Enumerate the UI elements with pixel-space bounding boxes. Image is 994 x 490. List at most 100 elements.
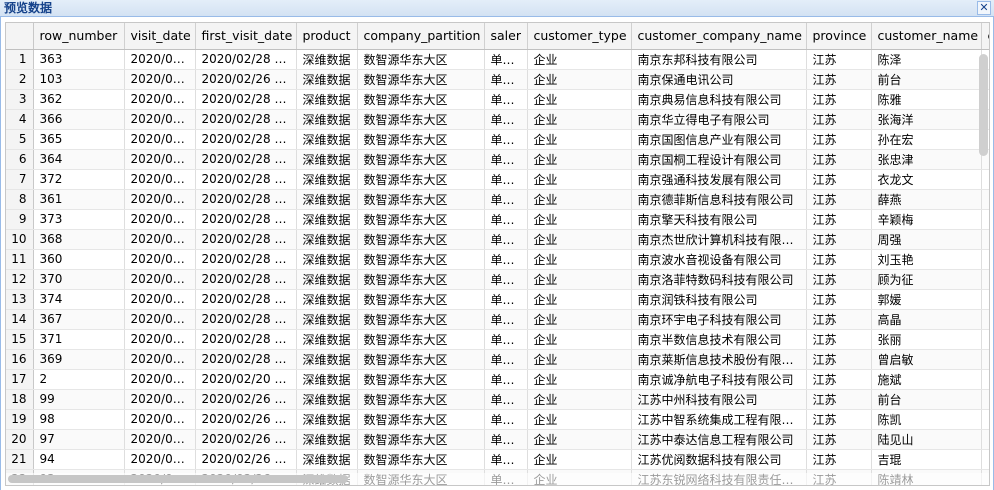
cell-visit-date[interactable]: 2020/02/… (124, 89, 196, 110)
cell-customer-company-name[interactable]: 南京半数信息技术有限公司 (631, 329, 807, 350)
cell-first-visit-date[interactable]: 2020/02/28 00… (195, 289, 297, 310)
cell-product[interactable]: 深维数据 (296, 209, 358, 230)
cell-saler[interactable]: 单… (484, 209, 528, 230)
cell-company-partition[interactable]: 数智源华东大区 (357, 269, 485, 290)
cell-company-partition[interactable]: 数智源华东大区 (357, 249, 485, 270)
cell-saler[interactable]: 单… (484, 309, 528, 330)
cell-customer-type[interactable]: 企业 (527, 69, 632, 90)
cell-visit-date[interactable]: 2020/02/… (124, 309, 196, 330)
cell-first-visit-date[interactable]: 2020/02/28 00… (195, 109, 297, 130)
table-row[interactable]: 18 99 2020/02/… 2020/02/26 00… 深维数据 数智源华东大区 单…… (6, 389, 989, 410)
cell-company-partition[interactable]: 数智源华东大区 (357, 409, 485, 430)
cell-visit-date[interactable]: 2020/02/… (124, 389, 196, 410)
cell-saler[interactable]: 单… (484, 189, 528, 210)
cell-first-visit-date[interactable]: 2020/02/26 00… (195, 389, 297, 410)
cell-product[interactable]: 深维数据 (296, 109, 358, 130)
cell-customer-name[interactable]: 张丽 (871, 329, 982, 350)
close-button[interactable]: ✕ (977, 1, 991, 15)
cell-customer-company-name[interactable]: 江苏中泰达信息工程有限公司 (631, 429, 807, 450)
cell-product[interactable]: 深维数据 (296, 249, 358, 270)
cell-province[interactable]: 江苏 (806, 289, 872, 310)
cell-customer-type[interactable]: 企业 (527, 369, 632, 390)
cell-first-visit-date[interactable]: 2020/02/28 00… (195, 269, 297, 290)
cell-saler[interactable]: 单… (484, 109, 528, 130)
cell-company-partition[interactable]: 数智源华东大区 (357, 449, 485, 470)
cell-company-partition[interactable]: 数智源华东大区 (357, 189, 485, 210)
cell-customer-name[interactable]: 吉琨 (871, 449, 982, 470)
cell-customer-type[interactable]: 企业 (527, 149, 632, 170)
cell-customer-name[interactable]: 张海洋 (871, 109, 982, 130)
cell-row-number[interactable]: 2 (33, 369, 125, 390)
cell-row-number[interactable]: 364 (33, 149, 125, 170)
cell-visit-date[interactable]: 2020/02/… (124, 149, 196, 170)
cell-row-number[interactable]: 367 (33, 309, 125, 330)
cell-province[interactable]: 江苏 (806, 49, 872, 70)
cell-province[interactable]: 江苏 (806, 169, 872, 190)
horizontal-scroll-thumb[interactable] (8, 475, 348, 483)
cell-customer-type[interactable]: 企业 (527, 289, 632, 310)
cell-customer-type[interactable]: 企业 (527, 309, 632, 330)
cell-company-partition[interactable]: 数智源华东大区 (357, 89, 485, 110)
cell-row-number[interactable]: 371 (33, 329, 125, 350)
cell-saler[interactable]: 单… (484, 149, 528, 170)
row-index[interactable]: 3 (6, 89, 34, 110)
table-row[interactable]: 11 360 2020/02/… 2020/02/28 00… 深维数据 数智源华东大区单… (6, 249, 989, 270)
table-row[interactable]: 19 98 2020/02/… 2020/02/26 00… 深维数据 数智源华东大区 单…… (6, 409, 989, 430)
cell-visit-date[interactable]: 2020/02/… (124, 329, 196, 350)
cell-visit-date[interactable]: 2020/02/… (124, 129, 196, 150)
cell-row-number[interactable]: 366 (33, 109, 125, 130)
column-header-province[interactable]: province (806, 23, 872, 50)
column-header-customer-company-name[interactable]: customer_company_name (631, 23, 807, 50)
cell-customer-type[interactable]: 企业 (527, 409, 632, 430)
cell-first-visit-date[interactable]: 2020/02/26 00… (195, 449, 297, 470)
row-index[interactable]: 8 (6, 189, 34, 210)
cell-row-number[interactable]: 363 (33, 49, 125, 70)
table-row[interactable]: 13 374 2020/02/… 2020/02/28 00… 深维数据 数智源华东大区单… (6, 289, 989, 310)
cell-visit-date[interactable]: 2020/02/… (124, 209, 196, 230)
row-index[interactable]: 17 (6, 369, 34, 390)
cell-row-number[interactable]: 97 (33, 429, 125, 450)
cell-customer-name[interactable]: 薛燕 (871, 189, 982, 210)
table-row[interactable]: 14 367 2020/02/… 2020/02/28 00… 深维数据 数智源华东大区单… (6, 309, 989, 330)
cell-customer-type[interactable]: 企业 (527, 89, 632, 110)
cell-customer-name[interactable]: 郭媛 (871, 289, 982, 310)
cell-company-partition[interactable]: 数智源华东大区 (357, 169, 485, 190)
cell-province[interactable]: 江苏 (806, 189, 872, 210)
table-row[interactable]: 2 103 2020/02/… 2020/02/26 00… 深维数据 数智源华东大区 单…… (6, 69, 989, 90)
cell-customer-type[interactable]: 企业 (527, 169, 632, 190)
cell-company-partition[interactable]: 数智源华东大区 (357, 369, 485, 390)
vertical-scrollbar[interactable] (978, 50, 989, 462)
cell-province[interactable]: 江苏 (806, 409, 872, 430)
column-header-customer-type[interactable]: customer_type (527, 23, 632, 50)
cell-row-number[interactable]: 98 (33, 409, 125, 430)
cell-customer-company-name[interactable]: 江苏中智系统集成工程有限… (631, 409, 807, 430)
cell-province[interactable]: 江苏 (806, 229, 872, 250)
cell-visit-date[interactable]: 2020/02/… (124, 409, 196, 430)
cell-first-visit-date[interactable]: 2020/02/28 00… (195, 149, 297, 170)
column-header-company-partition[interactable]: company_partition (357, 23, 485, 50)
cell-product[interactable]: 深维数据 (296, 329, 358, 350)
cell-customer-company-name[interactable]: 江苏中州科技有限公司 (631, 389, 807, 410)
cell-saler[interactable]: 单… (484, 129, 528, 150)
cell-customer-company-name[interactable]: 南京华立得电子有限公司 (631, 109, 807, 130)
cell-province[interactable]: 江苏 (806, 389, 872, 410)
cell-visit-date[interactable]: 2020/02/… (124, 69, 196, 90)
row-index[interactable]: 11 (6, 249, 34, 270)
cell-row-number[interactable]: 360 (33, 249, 125, 270)
cell-product[interactable]: 深维数据 (296, 69, 358, 90)
row-index[interactable]: 7 (6, 169, 34, 190)
table-row[interactable]: 5 365 2020/02/… 2020/02/28 00… 深维数据 数智源华东大区 单…… (6, 129, 989, 150)
cell-visit-date[interactable]: 2020/02/… (124, 449, 196, 470)
cell-customer-name[interactable]: 施斌 (871, 369, 982, 390)
cell-customer-type[interactable]: 企业 (527, 249, 632, 270)
cell-saler[interactable]: 单… (484, 369, 528, 390)
table-row[interactable]: 9 373 2020/02/… 2020/02/28 00… 深维数据 数智源华东大区 单…… (6, 209, 989, 230)
cell-first-visit-date[interactable]: 2020/02/28 00… (195, 249, 297, 270)
cell-customer-type[interactable]: 企业 (527, 129, 632, 150)
cell-customer-type[interactable]: 企业 (527, 269, 632, 290)
row-index[interactable]: 19 (6, 409, 34, 430)
row-index[interactable]: 2 (6, 69, 34, 90)
cell-customer-name[interactable]: 前台 (871, 69, 982, 90)
row-index[interactable]: 21 (6, 449, 34, 470)
cell-customer-type[interactable]: 企业 (527, 109, 632, 130)
